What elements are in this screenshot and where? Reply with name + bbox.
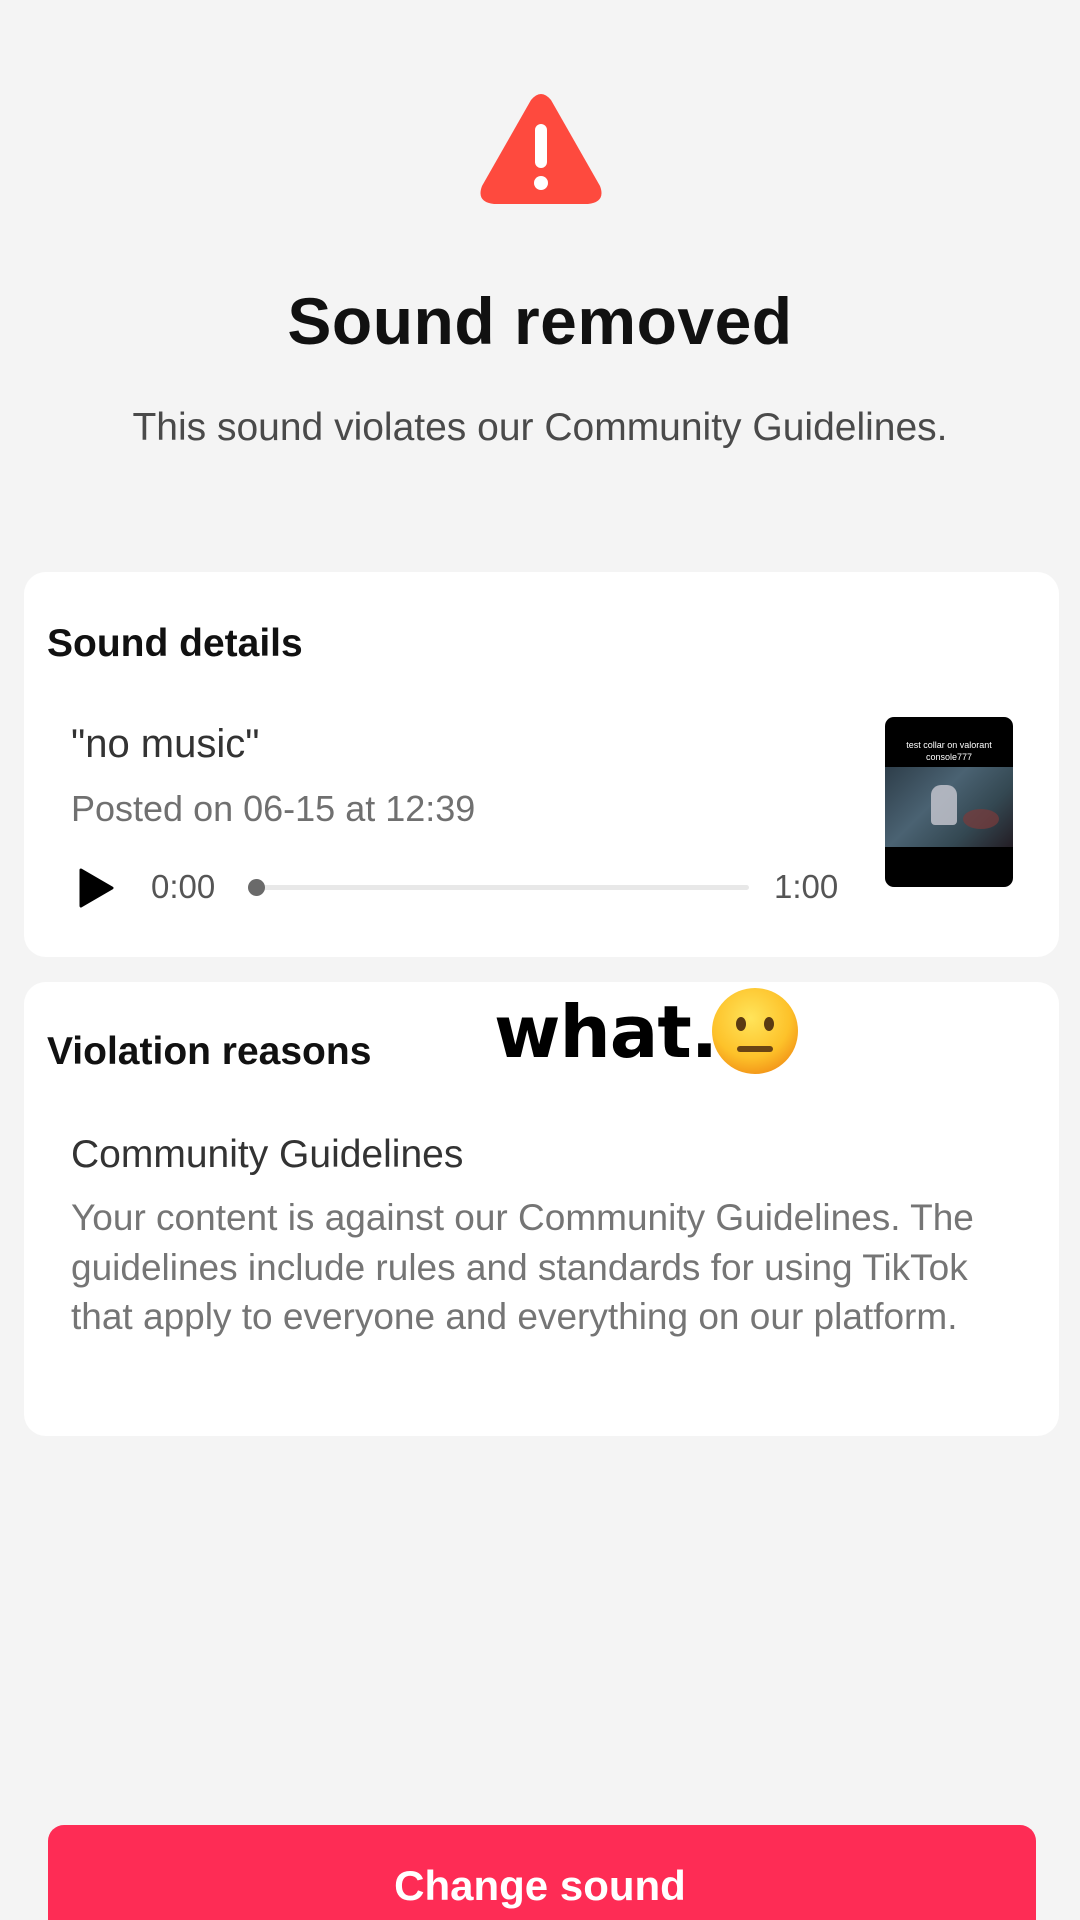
warning-triangle-icon xyxy=(480,94,602,204)
progress-knob[interactable] xyxy=(248,879,265,896)
sound-details-heading: Sound details xyxy=(47,622,303,665)
page-title: Sound removed xyxy=(287,284,793,358)
neutral-face-emoji-icon xyxy=(712,988,798,1074)
violation-description: Your content is against our Community Gu… xyxy=(71,1197,974,1337)
sound-posted-date: Posted on 06-15 at 12:39 xyxy=(71,788,476,829)
audio-progress-slider[interactable] xyxy=(248,879,749,896)
sound-name: "no music" xyxy=(71,722,260,766)
overlay-caption: what. xyxy=(494,990,718,1074)
thumbnail-figure xyxy=(931,785,957,825)
violation-title: Community Guidelines xyxy=(71,1133,464,1176)
current-time: 0:00 xyxy=(151,868,216,905)
play-icon[interactable] xyxy=(78,868,114,908)
page-subtitle: This sound violates our Community Guidel… xyxy=(132,406,948,449)
thumbnail-glow xyxy=(963,809,999,829)
total-time: 1:00 xyxy=(774,868,839,905)
thumbnail-caption: test collar on valorant console777 xyxy=(906,740,992,762)
violation-reasons-heading: Violation reasons xyxy=(47,1030,372,1073)
video-thumbnail[interactable]: test collar on valorant console777 xyxy=(885,717,1013,887)
change-sound-button-label: Change sound xyxy=(394,1862,686,1909)
